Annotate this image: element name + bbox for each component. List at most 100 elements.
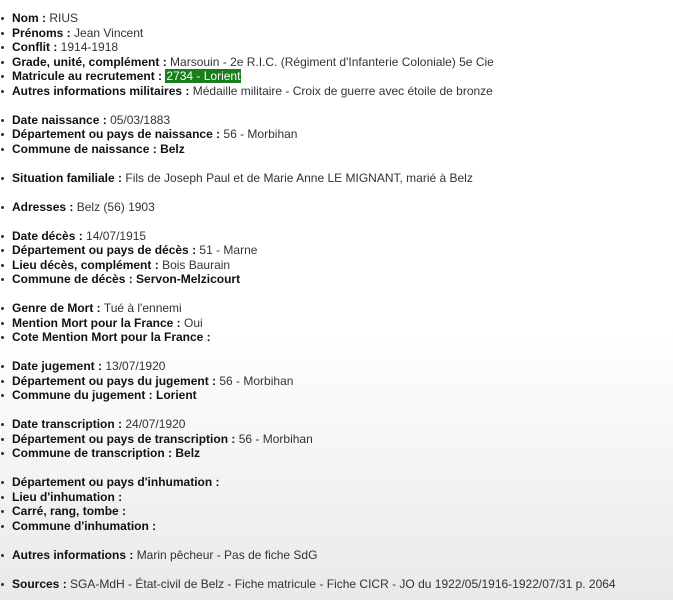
bullet-icon (1, 147, 4, 151)
record-group: Nom : RIUS Prénoms : Jean Vincent Conflit … (0, 11, 616, 98)
field-value: 56 - Morbihan (219, 373, 294, 388)
field-value: Bois Baurain (162, 257, 231, 272)
field-label: Sources : (12, 576, 67, 591)
field-value: Oui (184, 315, 203, 330)
field-value: Jean Vincent (74, 25, 144, 40)
field-label: Mention Mort pour la France : (12, 315, 181, 330)
field-label: Date décès : (12, 228, 83, 243)
record-row: Nom : RIUS (0, 11, 616, 26)
record-row: Grade, unité, complément : Marsouin - 2e… (0, 55, 616, 70)
record-row: Département ou pays de décès : 51 - Marn… (0, 243, 616, 258)
record-row: Autres informations militaires : Médaill… (0, 84, 616, 99)
field-label: Lieu d'inhumation : (12, 489, 123, 504)
field-label: Genre de Mort : (12, 301, 101, 315)
record-row: Date décès : 14/07/1915 (0, 229, 616, 244)
field-value: 56 - Morbihan (238, 431, 313, 446)
bullet-icon (1, 307, 4, 310)
field-label: Grade, unité, complément : (12, 54, 167, 69)
record-group: Date transcription : 24/07/1920 Départeme… (0, 417, 616, 461)
record-row: Autres informations : Marin pêcheur - Pa… (0, 548, 616, 563)
record-row: Département ou pays d'inhumation : (0, 475, 616, 490)
field-value: 05/03/1883 (110, 112, 171, 127)
field-value: 14/07/1915 (86, 228, 147, 243)
field-label: Nom : (12, 11, 46, 25)
field-value: Médaille militaire - Croix de guerre ave… (192, 83, 493, 98)
bullet-icon (1, 321, 4, 325)
bullet-icon (1, 249, 4, 252)
bullet-icon (1, 89, 4, 93)
field-value: 56 - Morbihan (223, 127, 298, 141)
field-label: Commune de décès : (12, 272, 133, 286)
field-value: Marsouin - 2e R.I.C. (Régiment d'Infante… (170, 54, 494, 69)
record-row: Date transcription : 24/07/1920 (0, 417, 616, 432)
field-value: Belz (56) 1903 (76, 199, 155, 214)
field-value: 24/07/1920 (125, 417, 186, 431)
bullet-icon (1, 423, 4, 426)
field-label: Autres informations : (12, 547, 134, 562)
bullet-icon (1, 394, 4, 397)
bullet-icon (1, 205, 4, 209)
soldier-record-list: Nom : RIUS Prénoms : Jean Vincent Conflit … (0, 11, 616, 606)
record-row: Commune de naissance : Belz (0, 142, 616, 157)
record-group: Situation familiale : Fils de Joseph Pau… (0, 171, 616, 186)
record-row: Genre de Mort : Tué à l'ennemi (0, 301, 616, 316)
record-row: Cote Mention Mort pour la France : (0, 330, 616, 345)
record-row: Département ou pays de naissance : 56 - … (0, 127, 616, 142)
field-label: Commune de naissance : (12, 141, 157, 156)
record-row: Situation familiale : Fils de Joseph Pau… (0, 171, 616, 186)
field-label: Département ou pays de transcription : (12, 431, 236, 446)
record-group: Date jugement : 13/07/1920 Département ou… (0, 359, 616, 403)
bullet-icon (1, 524, 4, 528)
field-label: Situation familiale : (12, 170, 123, 185)
record-group: Date naissance : 05/03/1883 Département o… (0, 113, 616, 157)
record-row: Date naissance : 05/03/1883 (0, 113, 616, 128)
record-group: Genre de Mort : Tué à l'ennemi Mention Mo… (0, 301, 616, 345)
field-label: Département ou pays du jugement : (12, 373, 217, 388)
field-label: Commune de transcription : (12, 446, 173, 460)
record-row: Matricule au recrutement : 2734 - Lorien… (0, 69, 616, 84)
record-group: Adresses : Belz (56) 1903 (0, 200, 616, 215)
record-row: Commune de décès : Servon-Melzicourt (0, 272, 616, 287)
record-row: Département ou pays du jugement : 56 - M… (0, 374, 616, 389)
bullet-icon (1, 60, 4, 64)
bullet-icon (1, 553, 4, 557)
bullet-icon (1, 234, 4, 238)
record-row: Sources : SGA-MdH - État-civil de Belz -… (0, 577, 616, 592)
record-group: Département ou pays d'inhumation : Lieu … (0, 475, 616, 533)
record-row: Prénoms : Jean Vincent (0, 26, 616, 41)
field-label: Lieu décès, complément : (12, 257, 159, 272)
field-value: Marin pêcheur - Pas de fiche SdG (136, 547, 318, 562)
bullet-icon (1, 133, 4, 136)
highlighted-field-value: 2734 - Lorient (165, 69, 242, 83)
field-label: Département ou pays de naissance : (12, 127, 221, 141)
field-value: 51 - Marne (199, 243, 258, 257)
field-label: Conflit : (12, 40, 58, 54)
field-value: Servon-Melzicourt (136, 272, 241, 286)
field-label: Département ou pays d'inhumation : (12, 475, 220, 489)
bullet-icon (1, 379, 4, 383)
field-value: 13/07/1920 (105, 359, 166, 373)
bullet-icon (1, 176, 4, 180)
record-row: Département ou pays de transcription : 5… (0, 432, 616, 447)
bullet-icon (1, 263, 4, 267)
record-row: Carré, rang, tombe : (0, 504, 616, 519)
field-label: Date transcription : (12, 417, 123, 431)
field-label: Autres informations militaires : (12, 83, 190, 98)
field-label: Commune du jugement : (12, 388, 153, 402)
bullet-icon (1, 452, 4, 455)
field-label: Matricule au recrutement : (12, 69, 163, 83)
bullet-icon (1, 495, 4, 499)
bullet-icon (1, 336, 4, 339)
record-row: Commune du jugement : Lorient (0, 388, 616, 403)
record-row: Commune d'inhumation : (0, 519, 616, 534)
record-row: Date jugement : 13/07/1920 (0, 359, 616, 374)
bullet-icon (1, 481, 4, 484)
field-label: Cote Mention Mort pour la France : (12, 330, 211, 344)
field-value: Fils de Joseph Paul et de Marie Anne LE … (125, 170, 473, 185)
record-row: Lieu d'inhumation : (0, 490, 616, 505)
field-label: Commune d'inhumation : (12, 518, 157, 533)
field-label: Carré, rang, tombe : (12, 504, 127, 518)
bullet-icon (1, 365, 4, 368)
record-row: Lieu décès, complément : Bois Baurain (0, 258, 616, 273)
bullet-icon (1, 437, 4, 441)
